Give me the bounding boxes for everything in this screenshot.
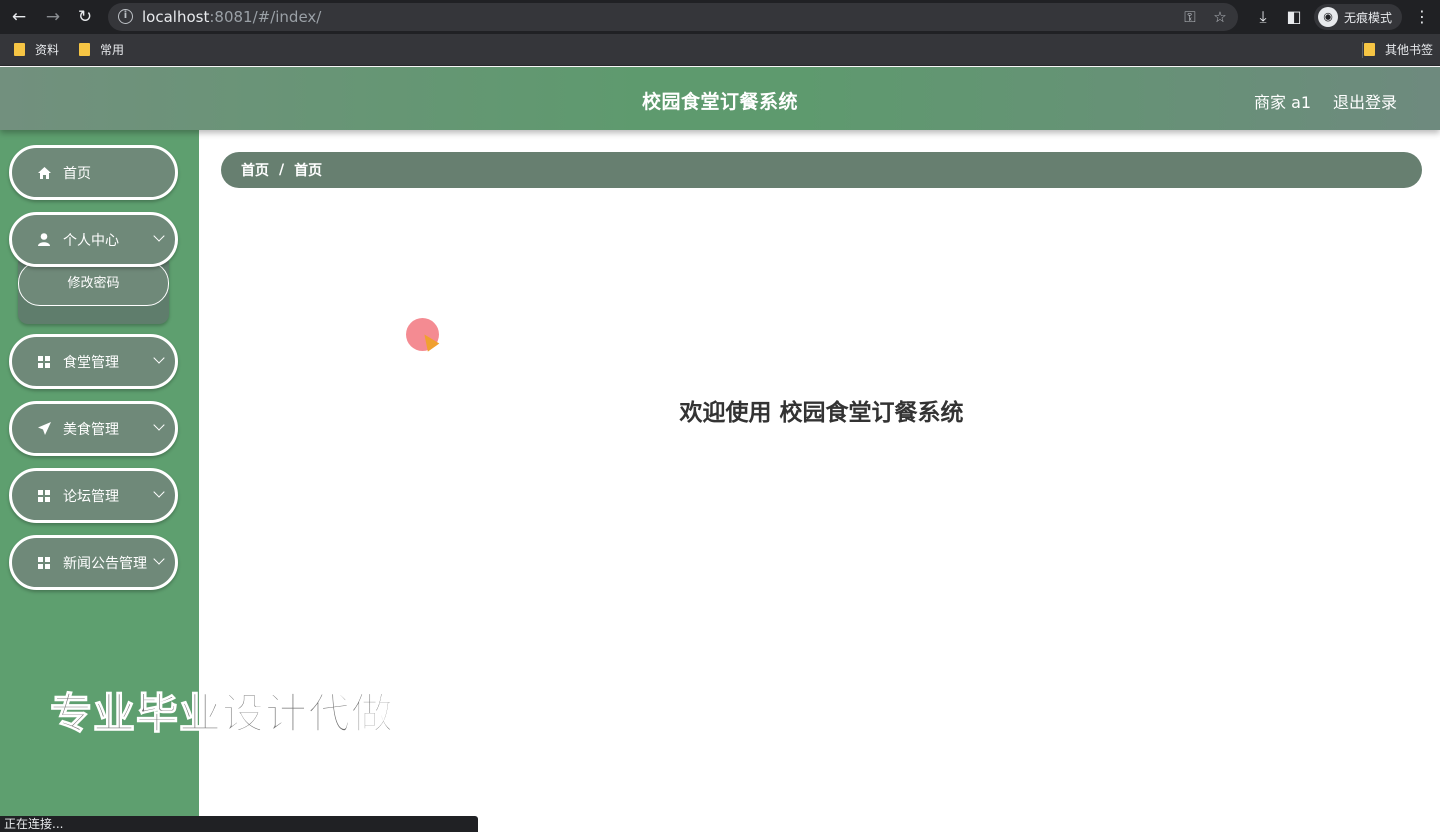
incognito-badge[interactable]: ◉ 无痕模式: [1314, 4, 1403, 30]
bookmark-folder-2[interactable]: 常用: [79, 41, 124, 58]
sidebar-item-canteen[interactable]: 食堂管理: [9, 334, 178, 389]
sidebar-item-food[interactable]: 美食管理: [9, 401, 178, 456]
download-icon[interactable]: ⤓: [1252, 6, 1274, 28]
forward-icon[interactable]: →: [42, 6, 64, 28]
sidebar-item-personal-center[interactable]: 个人中心: [9, 212, 178, 267]
address-bar[interactable]: i localhost:8081/#/index/ ⚿ ☆: [108, 3, 1238, 31]
chevron-down-icon: [153, 419, 165, 431]
grid-icon: [37, 489, 51, 503]
folder-icon: [1364, 43, 1375, 56]
incognito-label: 无痕模式: [1344, 10, 1393, 25]
breadcrumb-current: 首页: [294, 163, 323, 179]
browser-toolbar: ← → ↻ i localhost:8081/#/index/ ⚿ ☆ ⤓ ◧ …: [0, 0, 1440, 34]
app-header: 校园食堂订餐系统 商家 a1 退出登录: [0, 67, 1440, 130]
watermark-text: 专业毕业设计代做: [49, 688, 395, 738]
breadcrumb-home[interactable]: 首页: [241, 160, 269, 180]
star-icon[interactable]: ☆: [1210, 7, 1230, 27]
back-icon[interactable]: ←: [8, 6, 30, 28]
menu-dots-icon[interactable]: ⋮: [1411, 6, 1433, 28]
url-text[interactable]: localhost:8081/#/index/: [142, 8, 321, 26]
url-path: :8081/#/index/: [209, 8, 322, 26]
home-icon: [37, 166, 51, 180]
welcome-heading: 欢迎使用 校园食堂订餐系统: [679, 400, 964, 426]
sidebar-item-label: 新闻公告管理: [63, 555, 147, 572]
site-info-icon[interactable]: i: [118, 9, 133, 24]
browser-status-bar: 正在连接...: [0, 816, 478, 832]
sidebar-item-news[interactable]: 新闻公告管理: [9, 535, 178, 590]
app-title: 校园食堂订餐系统: [641, 91, 798, 113]
breadcrumb: 首页 / 首页: [221, 152, 1422, 188]
grid-icon: [37, 556, 51, 570]
folder-icon: [14, 43, 25, 56]
breadcrumb-separator: /: [279, 162, 285, 178]
grid-icon: [37, 355, 51, 369]
user-role-label: 商家 a1: [1254, 93, 1312, 112]
sidebar-item-label: 个人中心: [63, 232, 119, 249]
sidebar-item-label: 食堂管理: [63, 354, 119, 371]
bookmark-label: 常用: [100, 43, 125, 57]
send-icon: [37, 422, 51, 436]
sidebar-item-forum[interactable]: 论坛管理: [9, 468, 178, 523]
key-icon[interactable]: ⚿: [1180, 7, 1200, 27]
chevron-down-icon: [153, 230, 165, 242]
reload-icon[interactable]: ↻: [74, 6, 96, 28]
bookmark-divider: [1362, 42, 1363, 58]
sidebar-item-label: 论坛管理: [63, 488, 119, 505]
chevron-down-icon: [153, 486, 165, 498]
user-icon: [37, 233, 51, 247]
bookmark-folder-1[interactable]: 资料: [14, 41, 59, 58]
other-bookmarks-label: 其他书签: [1385, 43, 1434, 57]
chevron-down-icon: [153, 352, 165, 364]
chevron-down-icon: [153, 553, 165, 565]
submenu-item-change-password[interactable]: 修改密码: [18, 261, 169, 306]
incognito-icon: ◉: [1318, 7, 1338, 27]
url-host: localhost: [142, 8, 210, 26]
sidepanel-icon[interactable]: ◧: [1283, 6, 1305, 28]
sidebar-item-home[interactable]: 首页: [9, 145, 178, 200]
sidebar-item-label: 首页: [63, 165, 91, 182]
bookmarks-bar: 资料 常用 其他书签: [0, 34, 1440, 66]
sidebar-item-label: 美食管理: [63, 421, 119, 438]
logout-button[interactable]: 退出登录: [1333, 89, 1397, 113]
other-bookmarks[interactable]: 其他书签: [1364, 41, 1433, 58]
bookmark-label: 资料: [35, 43, 60, 57]
folder-icon: [79, 43, 90, 56]
